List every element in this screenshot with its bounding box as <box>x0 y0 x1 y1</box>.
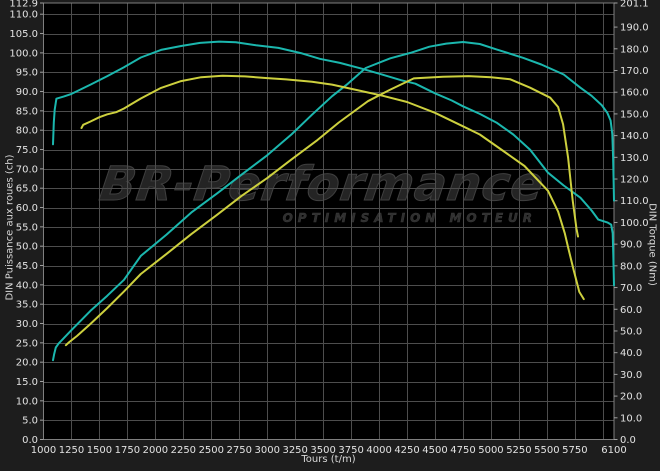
curve-power-cyan <box>53 42 614 360</box>
curve-torque-cyan <box>53 42 614 286</box>
y-tick-label-right: 60.0 <box>620 305 642 316</box>
y-tick-label-left: 50.0 <box>16 242 38 253</box>
y-tick-label-right: 190.0 <box>620 23 649 34</box>
y-tick-label-left: 5.0 <box>22 416 38 427</box>
y-tick-label-right: 30.0 <box>620 370 642 381</box>
y-tick-label-right: 160.0 <box>620 88 649 99</box>
y-tick-label-right: 180.0 <box>620 44 649 55</box>
y-tick-label-left: 100.0 <box>9 48 38 59</box>
y-tick-label-left: 95.0 <box>16 68 38 79</box>
y-tick-label-right: 201.1 <box>620 0 649 10</box>
y-tick-label-left: 80.0 <box>16 126 38 137</box>
curve-torque-yellow <box>82 76 584 299</box>
x-axis-title: Tours (t/m) <box>43 454 614 465</box>
y-tick-label-right: 100.0 <box>620 218 649 229</box>
y-tick-label-right: 170.0 <box>620 66 649 77</box>
y-tick-label-right: 90.0 <box>620 240 642 251</box>
y-tick-label-left: 45.0 <box>16 261 38 272</box>
y-tick-label-right: 50.0 <box>620 326 642 337</box>
y-tick-label-left: 30.0 <box>16 319 38 330</box>
y-tick-label-right: 110.0 <box>620 196 649 207</box>
y-tick-label-left: 75.0 <box>16 145 38 156</box>
y-tick-label-left: 10.0 <box>16 396 38 407</box>
y-tick-label-left: 65.0 <box>16 184 38 195</box>
y-tick-label-right: 20.0 <box>620 392 642 403</box>
y-tick-label-right: 150.0 <box>620 109 649 120</box>
y-tick-label-left: 25.0 <box>16 338 38 349</box>
y-tick-label-right: 120.0 <box>620 175 649 186</box>
plot-border <box>44 3 615 440</box>
y-tick-label-right: 70.0 <box>620 283 642 294</box>
y-tick-label-left: 15.0 <box>16 377 38 388</box>
y-tick-label-left: 90.0 <box>16 87 38 98</box>
y-tick-label-left: 112.9 <box>9 0 38 10</box>
y-tick-label-left: 85.0 <box>16 106 38 117</box>
y-tick-label-right: 130.0 <box>620 153 649 164</box>
chart-canvas: 0.05.010.015.020.025.030.035.040.045.050… <box>0 0 660 471</box>
y-tick-label-left: 105.0 <box>9 29 38 40</box>
y-tick-label-right: 80.0 <box>620 261 642 272</box>
y-tick-label-right: 10.0 <box>620 413 642 424</box>
y-tick-label-left: 20.0 <box>16 358 38 369</box>
y-tick-label-left: 40.0 <box>16 280 38 291</box>
y-tick-label-left: 55.0 <box>16 222 38 233</box>
y-tick-label-left: 110.0 <box>9 10 38 21</box>
y-axis-title-right: DIN Torque (Nm) <box>647 155 658 335</box>
y-axis-title-left: DIN Puissance aux roues (ch) <box>5 138 16 318</box>
y-tick-label-left: 35.0 <box>16 300 38 311</box>
y-tick-label-right: 140.0 <box>620 131 649 142</box>
y-tick-label-right: 40.0 <box>620 348 642 359</box>
y-tick-label-left: 70.0 <box>16 164 38 175</box>
dyno-chart: BR-Performance OPTIMISATION MOTEUR 0.05.… <box>0 0 660 471</box>
y-tick-label-left: 60.0 <box>16 203 38 214</box>
